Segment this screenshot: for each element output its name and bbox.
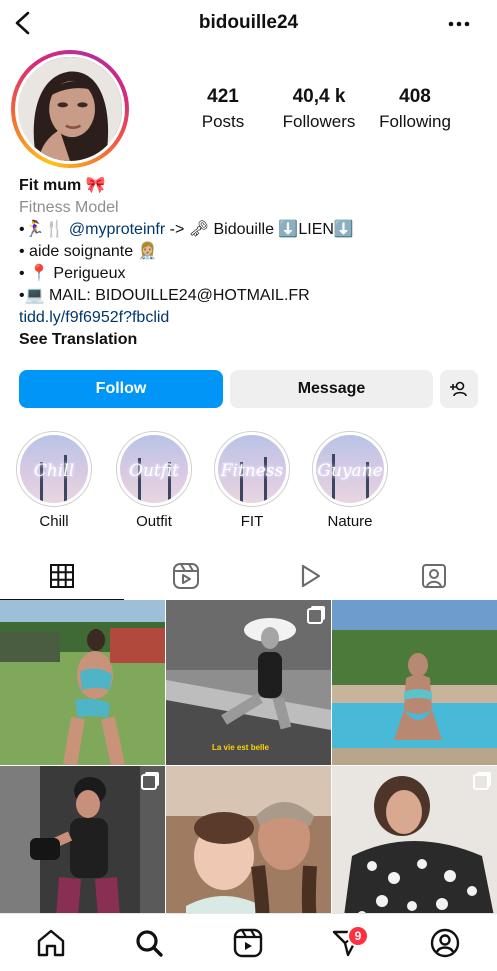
post-thumbnail[interactable] bbox=[332, 600, 497, 765]
tab-grid[interactable] bbox=[0, 552, 124, 600]
bio-line-1: •🏃‍♀️🍴 @myproteinfr -> 🗝 Bidouille ⬇️LIE… bbox=[19, 219, 479, 241]
posts-stat[interactable]: 421 Posts bbox=[190, 86, 256, 132]
post-thumbnail[interactable] bbox=[0, 766, 165, 931]
add-person-icon bbox=[450, 381, 467, 397]
suggested-accounts-button[interactable] bbox=[440, 370, 478, 408]
posts-count: 421 bbox=[207, 86, 239, 107]
highlight-cover-text: Outfit bbox=[129, 461, 179, 481]
home-icon[interactable] bbox=[35, 927, 67, 959]
highlight-label: Outfit bbox=[136, 513, 172, 530]
follow-button[interactable]: Follow bbox=[19, 370, 223, 408]
bio-mention-link[interactable]: @myproteinfr bbox=[69, 221, 165, 238]
following-label: Following bbox=[379, 112, 451, 131]
message-button[interactable]: Message bbox=[230, 370, 433, 408]
multiple-photos-icon bbox=[307, 608, 323, 624]
multiple-photos-icon bbox=[473, 774, 489, 790]
highlight-cover-text: Fitness bbox=[220, 461, 284, 481]
highlight-label: FIT bbox=[240, 513, 264, 530]
bio-website-link[interactable]: tidd.ly/f9f6952f?fbclid bbox=[19, 307, 479, 329]
tagged-icon bbox=[422, 564, 446, 588]
profile-bio: Fit mum 🎀 Fitness Model •🏃‍♀️🍴 @myprotei… bbox=[19, 175, 479, 351]
bio-line-1-prefix: •🏃‍♀️🍴 bbox=[19, 221, 65, 238]
highlight-cover-text: Chill bbox=[33, 461, 75, 481]
profile-icon[interactable] bbox=[429, 927, 461, 959]
post-thumbnail[interactable] bbox=[0, 600, 165, 765]
profile-username: bidouille24 bbox=[198, 12, 299, 33]
following-stat[interactable]: 408 Following bbox=[372, 86, 458, 132]
reels-icon bbox=[173, 563, 199, 589]
tab-reels[interactable] bbox=[124, 552, 248, 600]
bio-line-4: •💻 MAIL: BIDOUILLE24@HOTMAIL.FR bbox=[19, 287, 310, 304]
avatar bbox=[18, 57, 122, 161]
reels-icon[interactable] bbox=[232, 927, 264, 959]
post-thumbnail[interactable] bbox=[166, 766, 331, 931]
profile-avatar-story-ring[interactable] bbox=[11, 50, 129, 168]
followers-stat[interactable]: 40,4 k Followers bbox=[274, 86, 364, 132]
grid-icon bbox=[50, 564, 74, 588]
profile-tabs bbox=[0, 552, 497, 600]
followers-count: 40,4 k bbox=[292, 86, 346, 107]
see-translation-link[interactable]: See Translation bbox=[19, 329, 479, 351]
post-thumbnail[interactable]: La vie est belle bbox=[166, 600, 331, 765]
highlight-chill[interactable]: Chill Chill bbox=[15, 431, 93, 530]
profile-category: Fitness Model bbox=[19, 199, 119, 216]
post-caption-overlay: La vie est belle bbox=[212, 743, 269, 752]
play-icon bbox=[301, 564, 321, 588]
following-count: 408 bbox=[399, 86, 431, 107]
profile-display-name: Fit mum 🎀 bbox=[19, 177, 106, 194]
profile-header: bidouille24 bbox=[0, 0, 497, 48]
bio-line-1-suffix: -> 🗝 Bidouille ⬇️LIEN⬇️ bbox=[169, 221, 354, 238]
bottom-navigation-bar bbox=[0, 913, 497, 971]
highlight-cover-text: Guyane bbox=[317, 461, 383, 481]
highlight-label: Chill bbox=[39, 513, 69, 530]
bio-line-2: • aide soignante 👩🏼‍⚕️ bbox=[19, 243, 158, 260]
post-thumbnail[interactable] bbox=[332, 766, 497, 931]
highlight-label: Nature bbox=[327, 513, 373, 530]
highlight-outfit[interactable]: Outfit Outfit bbox=[115, 431, 193, 530]
bio-line-3: • 📍 Perigueux bbox=[19, 265, 126, 282]
highlight-fit[interactable]: Fitness FIT bbox=[213, 431, 291, 530]
posts-label: Posts bbox=[201, 112, 245, 131]
multiple-photos-icon bbox=[141, 774, 157, 790]
tab-videos[interactable] bbox=[248, 552, 372, 600]
highlight-nature[interactable]: Guyane Nature bbox=[311, 431, 389, 530]
followers-label: Followers bbox=[282, 112, 356, 131]
messages-notification-badge: 9 bbox=[347, 925, 369, 947]
tab-tagged[interactable] bbox=[372, 552, 496, 600]
search-icon[interactable] bbox=[133, 927, 165, 959]
more-options-icon[interactable] bbox=[445, 12, 473, 36]
